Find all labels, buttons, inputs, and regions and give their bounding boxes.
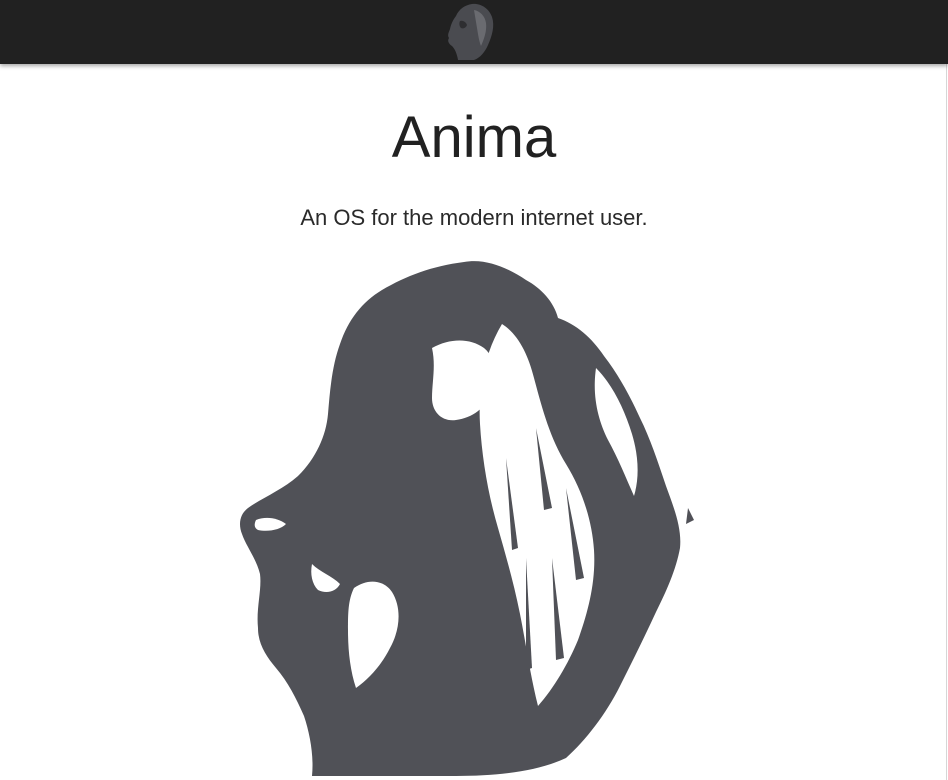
page-subtitle: An OS for the modern internet user. <box>300 205 648 230</box>
page-title: Anima <box>391 105 557 170</box>
top-app-bar <box>0 0 948 64</box>
lion-head-illustration <box>240 261 694 776</box>
lion-head-icon[interactable] <box>444 1 496 61</box>
